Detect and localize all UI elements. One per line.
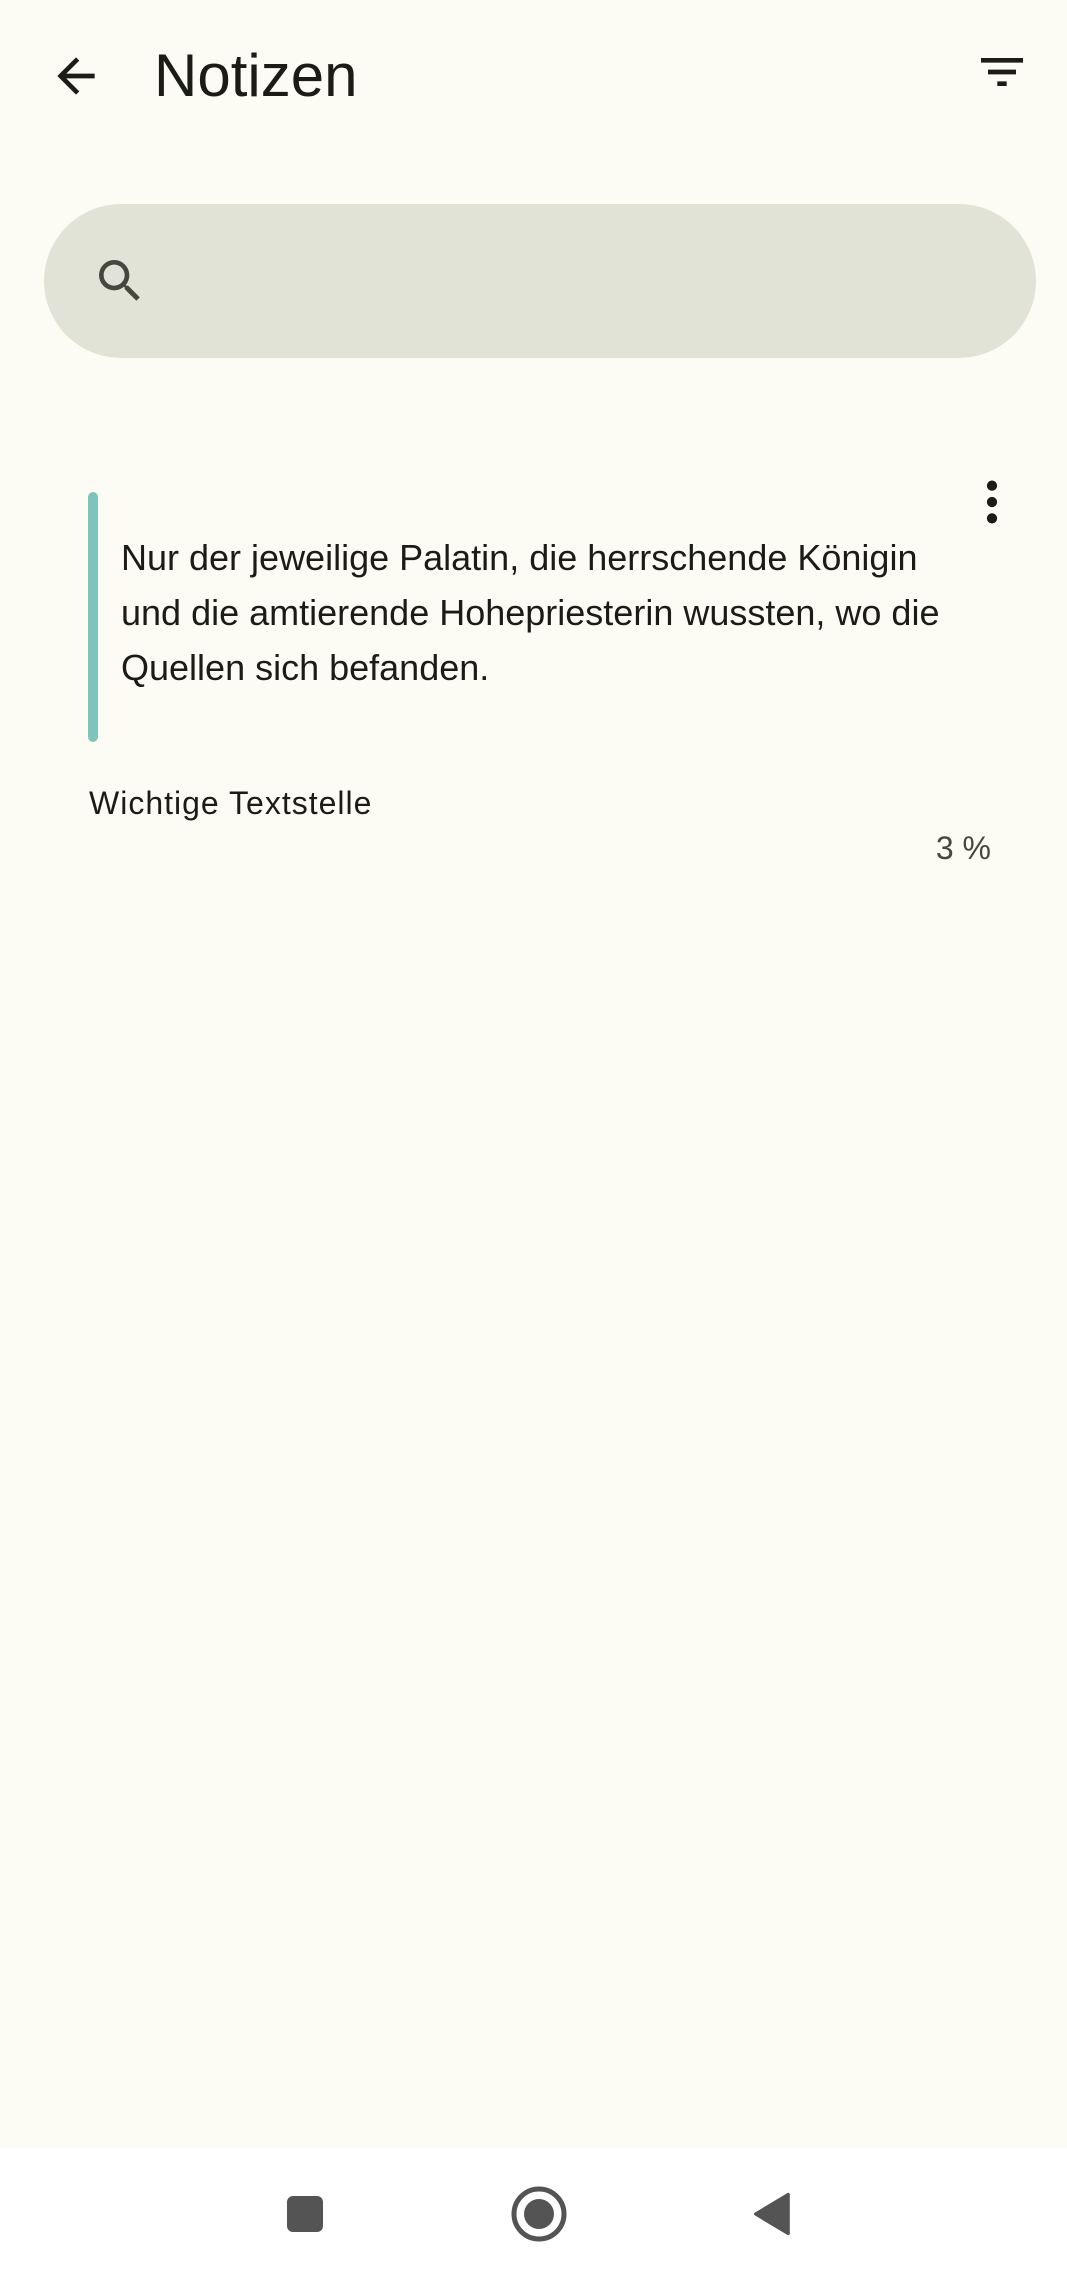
circle-icon	[511, 2186, 567, 2242]
note-progress: 3 %	[935, 830, 991, 866]
more-vert-icon	[986, 480, 998, 524]
page-title: Notizen	[154, 42, 358, 109]
recents-button[interactable]	[265, 2174, 345, 2254]
note-card[interactable]: Nur der jeweilige Palatin, die herrschen…	[0, 440, 1067, 880]
arrow-left-icon	[57, 57, 95, 95]
note-quote: Nur der jeweilige Palatin, die herrschen…	[121, 537, 940, 688]
filter-list-icon	[981, 58, 1023, 86]
filter-button[interactable]	[962, 32, 1042, 112]
back-button[interactable]	[36, 36, 116, 116]
highlight-bar	[88, 492, 98, 742]
search-bar[interactable]	[44, 204, 1036, 358]
app-bar: Notizen	[0, 0, 1067, 150]
system-nav-bar	[0, 2148, 1067, 2281]
note-label: Wichtige Textstelle	[89, 785, 373, 821]
triangle-back-icon	[754, 2192, 790, 2236]
home-button[interactable]	[499, 2174, 579, 2254]
note-more-button[interactable]	[952, 452, 1032, 552]
square-icon	[287, 2196, 323, 2232]
search-icon	[99, 260, 140, 301]
nav-back-button[interactable]	[733, 2174, 813, 2254]
search-input[interactable]	[174, 234, 998, 330]
